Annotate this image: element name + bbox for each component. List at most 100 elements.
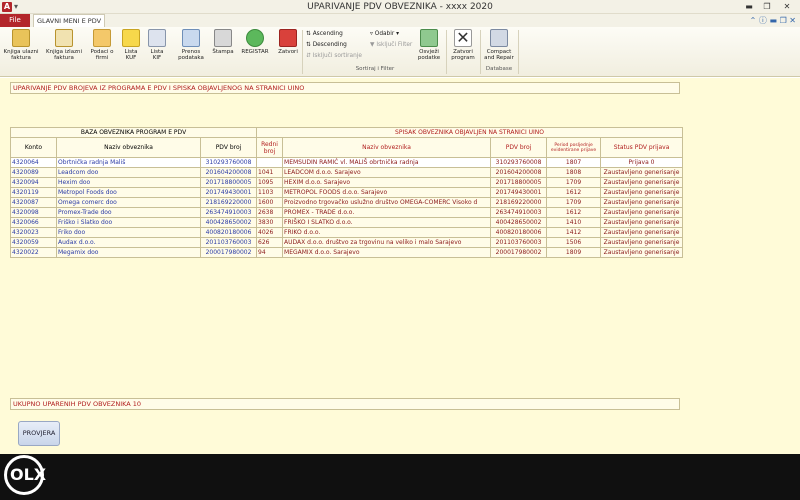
lista-kif-button[interactable]: Lista KIF [146,29,168,61]
cell-konto[interactable]: 4320089 [10,167,57,178]
cell-period[interactable]: 1410 [546,217,602,228]
zatvori-program-button[interactable]: ✕ Zatvori program [448,29,478,61]
cell-status[interactable]: Zaustavljeno generisanje [600,237,684,248]
cell-pdv2[interactable]: 400820180006 [490,227,548,238]
cell-naziv[interactable]: Hexim doo [56,177,201,188]
cell-status[interactable]: Zaustavljeno generisanje [600,187,684,198]
minimize-icon[interactable]: ▬ [740,0,758,14]
table-row[interactable]: 4320094 Hexim doo 201718800005 1095 HEXIM d.… [10,177,684,188]
stampa-button[interactable]: Štampa [210,29,236,55]
close-window-icon[interactable]: ✕ [778,0,796,14]
podaci-o-firmi-button[interactable]: Podaci o firmi [88,29,116,61]
cell-status[interactable]: Zaustavljeno generisanje [600,167,684,178]
cell-status[interactable]: Zaustavljeno generisanje [600,207,684,218]
cell-pdv[interactable]: 200017980002 [199,247,258,258]
chevron-up-icon[interactable]: ⌃ [750,16,757,25]
knjiga-ulazni-button[interactable]: Knjiga ulazni faktura [2,29,40,61]
cell-konto[interactable]: 4320066 [10,217,57,228]
cell-pdv[interactable]: 201604200008 [199,167,258,178]
cell-naziv2[interactable]: HEXIM d.o.o. Sarajevo [282,177,492,188]
cell-period[interactable]: 1506 [546,237,602,248]
cell-naziv[interactable]: Audax d.o.o. [56,237,201,248]
cell-pdv[interactable]: 263474910003 [199,207,258,218]
cell-status[interactable]: Zaustavljeno generisanje [600,227,684,238]
cell-status[interactable]: Zaustavljeno generisanje [600,177,684,188]
table-row[interactable]: 4320119 Metropol Foods doo 201749430001 110… [10,187,684,198]
cell-naziv[interactable]: Omega comerc doo [56,197,201,208]
cell-naziv2[interactable]: MEGAMIX d.o.o. Sarajevo [282,247,492,258]
cell-status[interactable]: Zaustavljeno generisanje [600,217,684,228]
lista-kuf-button[interactable]: Lista KUF [120,29,142,61]
cell-konto[interactable]: 4320059 [10,237,57,248]
cell-naziv2[interactable]: METROPOL FOODS d.o.o. Sarajevo [282,187,492,198]
table-row[interactable]: 4320089 Leadcom doo 201604200008 1041 LEADCO… [10,167,684,178]
cell-pdv2[interactable]: 201718800005 [490,177,548,188]
cell-pdv[interactable]: 218169220000 [199,197,258,208]
remove-sort[interactable]: ⇵ Isključi sortiranje [306,53,362,59]
cell-konto[interactable]: 4320094 [10,177,57,188]
table-row[interactable]: 4320087 Omega comerc doo 218169220000 1600 P… [10,197,684,208]
cell-redni[interactable]: 2638 [256,207,284,218]
cell-pdv[interactable]: 201749430001 [199,187,258,198]
cell-redni[interactable]: 4026 [256,227,284,238]
cell-pdv2[interactable]: 201103760003 [490,237,548,248]
cell-pdv2[interactable]: 201604200008 [490,167,548,178]
cell-redni[interactable]: 626 [256,237,284,248]
cell-redni[interactable]: 1600 [256,197,284,208]
cell-naziv[interactable]: Metropol Foods doo [56,187,201,198]
cell-pdv[interactable]: 201103760003 [199,237,258,248]
cell-pdv[interactable]: 201718800005 [199,177,258,188]
sort-descending[interactable]: ⇅ Descending [306,42,347,48]
cell-redni[interactable]: 94 [256,247,284,258]
cell-status[interactable]: Zaustavljeno generisanje [600,247,684,258]
cell-period[interactable]: 1808 [546,167,602,178]
cell-redni[interactable] [256,157,284,168]
cell-period[interactable]: 1807 [546,157,602,168]
tab-glavni-meni[interactable]: GLAVNI MENI E PDV [33,14,105,27]
cell-naziv[interactable]: Friko doo [56,227,201,238]
cell-status[interactable]: Zaustavljeno generisanje [600,197,684,208]
cell-naziv2[interactable]: AUDAX d.o.o. društvo za trgovinu na veli… [282,237,492,248]
cell-naziv2[interactable]: PROMEX - TRADE d.o.o. [282,207,492,218]
cell-konto[interactable]: 4320064▶ [10,157,57,168]
table-row[interactable]: 4320023 Friko doo 400820180006 4026 FRIKO d.… [10,227,684,238]
cell-pdv[interactable]: 400820180006 [199,227,258,238]
close-doc-icon[interactable]: ✕ [789,16,796,25]
cell-pdv2[interactable]: 200017980002 [490,247,548,258]
file-tab[interactable]: File [0,14,30,27]
provjera-button[interactable]: PROVJERA [18,421,60,446]
cell-konto[interactable]: 4320119 [10,187,57,198]
cell-period[interactable]: 1612 [546,207,602,218]
compact-repair-button[interactable]: Compact and Repair [482,29,516,61]
cell-konto[interactable]: 4320023 [10,227,57,238]
help-icon[interactable]: ⓘ [759,16,767,25]
table-row[interactable]: 4320098 Promex-Trade doo 263474910003 2638 P… [10,207,684,218]
cell-redni[interactable]: 3830 [256,217,284,228]
cell-pdv2[interactable]: 263474910003 [490,207,548,218]
cell-naziv2[interactable]: FRIKO d.o.o. [282,227,492,238]
cell-period[interactable]: 1612 [546,187,602,198]
cell-pdv2[interactable]: 218169220000 [490,197,548,208]
cell-naziv[interactable]: Promex-Trade doo [56,207,201,218]
cell-naziv2[interactable]: LEADCOM d.o.o. Sarajevo [282,167,492,178]
cell-pdv2[interactable]: 400428650002 [490,217,548,228]
cell-period[interactable]: 1412 [546,227,602,238]
table-row[interactable]: 4320059 Audax d.o.o. 201103760003 626 AUDAX … [10,237,684,248]
cell-naziv2[interactable]: Proizvodno trgovačko uslužno društvo OME… [282,197,492,208]
registar-button[interactable]: REGISTAR [240,29,270,55]
table-row[interactable]: 4320066 Friško i Slatko doo 400428650002 38… [10,217,684,228]
cell-status[interactable]: Prijava 0 [600,157,684,168]
cell-period[interactable]: 1709 [546,177,602,188]
sort-ascending[interactable]: ⇅ Ascending [306,31,343,37]
cell-naziv[interactable]: Megamix doo [56,247,201,258]
cell-konto[interactable]: 4320022 [10,247,57,258]
restore-icon[interactable]: ❐ [780,16,787,25]
cell-pdv[interactable]: 400428650002 [199,217,258,228]
cell-naziv2[interactable]: FRIŠKO I SLATKO d.o.o. [282,217,492,228]
prenos-podataka-button[interactable]: Prenos podataka [174,29,208,61]
maximize-icon[interactable]: ❐ [758,0,776,14]
cell-redni[interactable]: 1041 [256,167,284,178]
cell-period[interactable]: 1709 [546,197,602,208]
cell-pdv2[interactable]: 201749430001 [490,187,548,198]
knjiga-izlazni-button[interactable]: Knjiga izlazni faktura [44,29,84,61]
